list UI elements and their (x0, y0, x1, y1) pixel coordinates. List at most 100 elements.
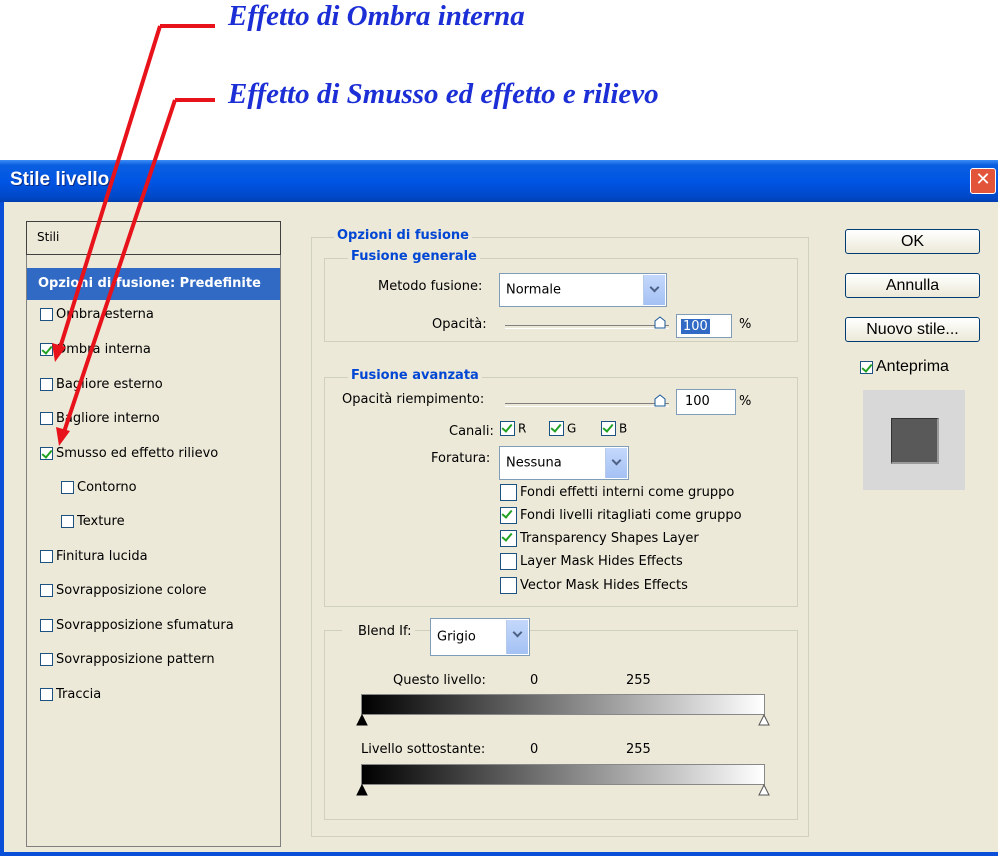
preview-checkbox-label: Anteprima (876, 358, 949, 375)
channel-checkbox-label: G (567, 421, 577, 436)
blend-mode-select[interactable]: Normale (499, 273, 667, 307)
advanced-option-checkbox[interactable] (500, 507, 517, 524)
style-checkbox[interactable] (61, 515, 74, 528)
ok-button[interactable]: OK (845, 229, 980, 254)
style-checkbox[interactable] (40, 619, 53, 632)
styles-item-label: Sovrapposizione colore (56, 583, 207, 598)
this-layer-gradient[interactable] (361, 694, 765, 715)
opacity-slider[interactable] (505, 325, 669, 329)
window-frame-bottom (0, 852, 998, 856)
channel-g-checkbox[interactable]: G (549, 421, 576, 443)
fill-opacity-slider[interactable] (505, 403, 669, 407)
styles-item-4[interactable]: Smusso ed effetto rilievo (40, 446, 218, 468)
blend-if-select[interactable]: Grigio (430, 618, 530, 656)
style-checkbox[interactable] (40, 653, 53, 666)
fill-opacity-slider-thumb[interactable] (654, 394, 666, 407)
knockout-value: Nessuna (506, 455, 562, 471)
styles-item-label: Smusso ed effetto rilievo (56, 446, 219, 461)
advanced-option-1[interactable]: Fondi livelli ritagliati come gruppo (500, 507, 742, 529)
underlying-layer-black-slider[interactable] (356, 784, 368, 796)
fill-opacity-input[interactable]: 100 (676, 389, 736, 415)
channel-r-checkbox[interactable]: R (500, 421, 526, 443)
opacity-unit: % (739, 317, 752, 332)
opacity-label: Opacità: (432, 317, 487, 332)
styles-item-blending-options[interactable]: Opzioni di fusione: Predefinite (27, 268, 280, 300)
advanced-option-4[interactable]: Vector Mask Hides Effects (500, 577, 688, 599)
styles-item-label: Ombra interna (56, 342, 151, 357)
advanced-option-checkbox[interactable] (500, 553, 517, 570)
chevron-down-icon (605, 448, 627, 478)
underlying-layer-gradient[interactable] (361, 764, 765, 785)
opacity-input[interactable]: 100 (676, 314, 732, 338)
styles-item-label: Contorno (77, 480, 137, 495)
chevron-down-icon (643, 275, 665, 305)
styles-item-11[interactable]: Traccia (40, 687, 101, 709)
styles-item-7[interactable]: Finitura lucida (40, 549, 148, 571)
styles-item-2[interactable]: Bagliore esterno (40, 377, 163, 399)
styles-item-0[interactable]: Ombra esterna (40, 307, 154, 329)
style-checkbox[interactable] (40, 550, 53, 563)
channel-checkbox-box[interactable] (500, 421, 515, 436)
styles-item-label: Bagliore esterno (56, 377, 163, 392)
style-preview-swatch (891, 418, 939, 464)
styles-item-6[interactable]: Texture (61, 514, 125, 536)
underlying-layer-white-slider[interactable] (758, 784, 770, 796)
channel-checkbox-box[interactable] (601, 421, 616, 436)
advanced-option-0[interactable]: Fondi effetti interni come gruppo (500, 484, 734, 506)
blend-if-label: Blend If: (342, 624, 416, 639)
style-checkbox[interactable] (61, 481, 74, 494)
ok-button-label: OK (900, 233, 925, 250)
advanced-option-checkbox[interactable] (500, 484, 517, 501)
blending-options-title: Opzioni di fusione (334, 228, 472, 243)
style-checkbox[interactable] (40, 584, 53, 597)
styles-item-8[interactable]: Sovrapposizione colore (40, 583, 207, 605)
advanced-option-3[interactable]: Layer Mask Hides Effects (500, 553, 683, 575)
close-button[interactable]: ✕ (970, 168, 996, 194)
style-checkbox[interactable] (40, 343, 53, 356)
style-checkbox[interactable] (40, 447, 53, 460)
styles-item-label: Sovrapposizione pattern (56, 652, 215, 667)
this-layer-black-slider[interactable] (356, 714, 368, 726)
styles-item-label: Finitura lucida (56, 549, 148, 564)
knockout-select[interactable]: Nessuna (499, 446, 629, 480)
new-style-button[interactable]: Nuovo stile... (845, 317, 980, 342)
title-bar[interactable]: Stile livello ✕ (0, 160, 998, 202)
this-layer-white-slider[interactable] (758, 714, 770, 726)
this-layer-label: Questo livello: (393, 673, 486, 688)
channel-checkbox-box[interactable] (549, 421, 564, 436)
opacity-slider-thumb[interactable] (654, 316, 666, 329)
general-blending-title: Fusione generale (348, 249, 480, 264)
style-checkbox[interactable] (40, 308, 53, 321)
styles-item-5[interactable]: Contorno (61, 480, 137, 502)
advanced-option-label: Transparency Shapes Layer (520, 531, 699, 546)
advanced-option-label: Fondi effetti interni come gruppo (520, 485, 735, 500)
channel-b-checkbox[interactable]: B (601, 421, 627, 443)
styles-header[interactable]: Stili (26, 221, 281, 255)
styles-item-1[interactable]: Ombra interna (40, 342, 151, 364)
styles-item-label: Bagliore interno (56, 411, 160, 426)
advanced-option-checkbox[interactable] (500, 530, 517, 547)
dialog-title: Stile livello (10, 169, 110, 190)
advanced-option-label: Vector Mask Hides Effects (520, 578, 688, 593)
advanced-option-2[interactable]: Transparency Shapes Layer (500, 530, 699, 552)
preview-checkbox[interactable]: Anteprima (860, 358, 949, 380)
advanced-option-checkbox[interactable] (500, 577, 517, 594)
style-checkbox[interactable] (40, 412, 53, 425)
preview-checkbox-box[interactable] (860, 360, 873, 374)
styles-item-3[interactable]: Bagliore interno (40, 411, 160, 433)
underlying-layer-max: 255 (626, 742, 651, 757)
advanced-option-label: Fondi livelli ritagliati come gruppo (520, 508, 742, 523)
advanced-option-label: Layer Mask Hides Effects (520, 554, 683, 569)
opacity-input-value: 100 (681, 319, 710, 334)
cancel-button[interactable]: Annulla (845, 273, 980, 298)
styles-item-10[interactable]: Sovrapposizione pattern (40, 652, 215, 674)
blend-if-group (324, 630, 798, 820)
fill-opacity-input-value: 100 (685, 394, 710, 409)
style-checkbox[interactable] (40, 378, 53, 391)
styles-item-label: Sovrapposizione sfumatura (56, 618, 234, 633)
channel-checkbox-label: R (518, 421, 527, 436)
styles-item-9[interactable]: Sovrapposizione sfumatura (40, 618, 234, 640)
style-checkbox[interactable] (40, 688, 53, 701)
new-style-button-label: Nuovo stile... (866, 321, 959, 338)
knockout-label: Foratura: (431, 451, 491, 466)
